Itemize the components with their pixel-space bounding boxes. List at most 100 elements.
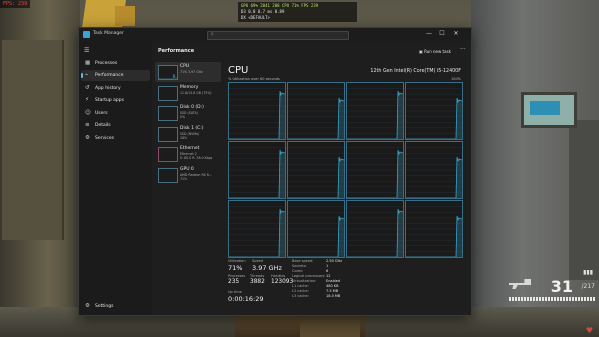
device-thumbnail xyxy=(158,147,178,162)
utilization-graph-label: % Utilization over 60 seconds xyxy=(228,77,280,81)
gear-icon: ⚙ xyxy=(85,303,90,309)
cpu-core-graph xyxy=(287,82,345,140)
spec-key: Virtualization: xyxy=(292,279,317,283)
sidebar-item-details[interactable]: ≡ Details xyxy=(81,120,150,131)
ammo-count: 31 xyxy=(550,277,573,296)
sidebar-item-label: Processes xyxy=(95,61,118,66)
device-thumbnail xyxy=(158,85,178,101)
cpu-title: CPU xyxy=(228,65,249,76)
sidebar-item-label: Details xyxy=(95,123,111,128)
device-detail: AMD Radeon RX 6... 71% xyxy=(180,172,212,181)
run-task-label: Run new task xyxy=(424,49,451,54)
fps-counter: FPS: 239 xyxy=(0,0,31,8)
spec-key: L2 cache: xyxy=(292,289,309,293)
spec-key: Sockets: xyxy=(292,264,307,268)
sidebar-item-label: Startup apps xyxy=(95,98,124,103)
hamburger-menu-icon[interactable]: ☰ xyxy=(84,47,89,54)
device-name: Disk 1 (C:) xyxy=(180,125,204,131)
users-icon: ☺ xyxy=(85,110,91,116)
sidebar: ☰ ▦ Processes ⌁ Performance ↺ App histor… xyxy=(79,41,152,315)
spec-key: Base speed: xyxy=(292,259,314,263)
page-title: Performance xyxy=(158,48,195,54)
close-button[interactable]: ✕ xyxy=(450,30,462,37)
speed-value: 3.97 GHz xyxy=(252,264,282,272)
spec-value: 480 KB xyxy=(326,284,339,288)
sidebar-item-users[interactable]: ☺ Users xyxy=(81,108,150,119)
run-task-icon: ▣ xyxy=(419,49,423,54)
device-thumbnail xyxy=(158,106,178,121)
sidebar-item-processes[interactable]: ▦ Processes xyxy=(81,58,150,69)
spec-value: 6 xyxy=(326,269,329,273)
sidebar-item-startup-apps[interactable]: ⚡ Startup apps xyxy=(81,95,150,106)
perf-line-3: DX <DEFAULT> xyxy=(241,15,270,20)
cpu-core-graphs xyxy=(228,82,463,258)
speed-label: Speed xyxy=(252,259,263,263)
spec-value: 7.5 MB xyxy=(326,289,339,293)
sidebar-item-services[interactable]: ⚙ Services xyxy=(81,133,150,144)
threads-label: Threads xyxy=(250,274,265,278)
cpu-core-graph xyxy=(405,82,463,140)
rifle-icon xyxy=(509,279,531,289)
sidebar-item-label: Performance xyxy=(95,73,124,78)
device-detail: SSD (SATA) 0% xyxy=(180,111,198,119)
cpu-core-graph xyxy=(346,82,404,140)
list-icon: ≡ xyxy=(85,122,90,128)
device-detail: 71% 3.97 GHz xyxy=(180,70,203,74)
sidebar-item-settings[interactable]: ⚙ Settings xyxy=(81,302,150,312)
handles-label: Handles xyxy=(271,274,286,278)
cpu-core-graph xyxy=(228,200,286,258)
spec-key: L1 cache: xyxy=(292,284,309,288)
health-icon: ♥ xyxy=(585,326,593,335)
cpu-core-graph xyxy=(228,141,286,199)
device-item-ethernet[interactable]: Ethernet Ethernet 2 S: 80.0 R: 36.0 Kbps xyxy=(155,144,221,164)
device-name: GPU 0 xyxy=(180,166,194,172)
game-pillar xyxy=(2,40,64,240)
device-thumbnail xyxy=(158,126,178,142)
threads-value: 3882 xyxy=(250,279,265,285)
utilization-value: 71% xyxy=(228,264,243,272)
utilization-label: Utilization xyxy=(228,259,246,263)
sidebar-item-app-history[interactable]: ↺ App history xyxy=(81,83,150,94)
ammo-reserve: /217 xyxy=(581,283,595,290)
spec-value: Enabled xyxy=(326,279,341,283)
device-item-disk-c[interactable]: Disk 1 (C:) SSD (NVMe) 18% xyxy=(155,124,221,144)
search-input[interactable]: ⌕ xyxy=(207,31,349,40)
grid-icon: ▦ xyxy=(85,60,91,66)
device-name: Memory xyxy=(180,84,199,90)
services-icon: ⚙ xyxy=(85,135,90,141)
cpu-core-graph xyxy=(287,141,345,199)
device-item-disk-d[interactable]: Disk 0 (D:) SSD (SATA) 0% xyxy=(155,103,221,123)
task-manager-window: Task Manager ⌕ — ☐ ✕ ☰ ▦ Processes ⌁ Per… xyxy=(78,27,472,316)
spec-value: 2.50 GHz xyxy=(326,259,343,263)
uptime-label: Up time xyxy=(228,290,242,294)
minimize-button[interactable]: — xyxy=(423,30,435,37)
title-bar[interactable]: Task Manager ⌕ — ☐ ✕ xyxy=(79,28,471,41)
spec-value: 1 xyxy=(326,264,329,268)
sidebar-item-performance[interactable]: ⌁ Performance xyxy=(81,70,150,81)
game-pipe xyxy=(569,120,599,280)
hud-status-icons: ▮▮▮ xyxy=(583,269,593,276)
more-options-button[interactable]: ··· xyxy=(460,46,466,53)
task-manager-icon xyxy=(83,31,90,38)
spec-key: Cores: xyxy=(292,269,304,273)
device-name: Ethernet xyxy=(180,146,200,151)
cpu-core-graph xyxy=(346,200,404,258)
device-detail: Ethernet 2 S: 80.0 R: 36.0 Kbps xyxy=(180,152,213,160)
maximize-button[interactable]: ☐ xyxy=(436,30,448,37)
device-item-gpu[interactable]: GPU 0 AMD Radeon RX 6... 71% xyxy=(155,165,221,185)
cpu-core-graph xyxy=(287,200,345,258)
cpu-core-graph xyxy=(346,141,404,199)
settings-label: Settings xyxy=(95,304,114,309)
device-detail: SSD (NVMe) 18% xyxy=(180,131,200,140)
cpu-core-graph xyxy=(405,141,463,199)
sidebar-item-label: Users xyxy=(95,111,108,116)
device-list: CPU 71% 3.97 GHz Memory 11.8/15.8 GB (75… xyxy=(155,62,221,185)
cpu-model: 12th Gen Intel(R) Core(TM) i5-12400F xyxy=(370,69,461,74)
spec-key: Logical processors: xyxy=(292,274,326,278)
handles-value: 123093 xyxy=(271,279,294,285)
run-new-task-button[interactable]: ▣ Run new task xyxy=(419,49,451,54)
device-item-cpu[interactable]: CPU 71% 3.97 GHz xyxy=(155,62,221,82)
processes-value: 235 xyxy=(228,279,240,285)
device-item-memory[interactable]: Memory 11.8/15.8 GB (75%) xyxy=(155,83,221,103)
cpu-core-graph xyxy=(228,82,286,140)
